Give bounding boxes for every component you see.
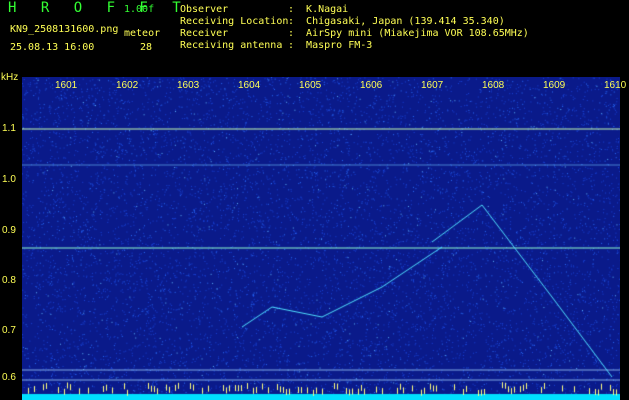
field-value-observer: : K.Nagai xyxy=(288,4,349,15)
x-tick-label: 1604 xyxy=(238,80,261,91)
x-tick-label: 1608 xyxy=(482,80,505,91)
x-tick-label: 1603 xyxy=(177,80,200,91)
x-tick-label: 1605 xyxy=(299,80,322,91)
spectrogram xyxy=(22,77,620,400)
field-value-antenna: : Maspro FM-3 xyxy=(288,40,373,51)
y-tick-label: 0.8 xyxy=(2,275,16,286)
header-panel: H R O F F T 1.00f KN9_2508131600.png met… xyxy=(0,0,629,74)
x-tick-label: 1607 xyxy=(421,80,444,91)
y-tick-label: 1.1 xyxy=(2,123,16,134)
x-tick-label: 1610 xyxy=(604,80,627,91)
y-tick-label: 0.6 xyxy=(2,372,16,383)
y-tick-label: 0.9 xyxy=(2,225,16,236)
app-logo: H R O F F T xyxy=(8,0,189,16)
field-label-antenna: Receiving antenna xyxy=(180,40,283,51)
x-tick-label: 1602 xyxy=(116,80,139,91)
y-tick-label: 1.0 xyxy=(2,174,16,185)
x-tick-label: 1601 xyxy=(55,80,78,91)
y-axis-unit: kHz xyxy=(1,72,19,83)
meteor-count: 28 xyxy=(140,42,153,53)
x-tick-label: 1609 xyxy=(543,80,566,91)
field-value-location: : Chigasaki, Japan (139.414 35.340) xyxy=(288,16,505,27)
meteor-label: meteor xyxy=(124,28,161,39)
timestamp: 25.08.13 16:00 xyxy=(10,42,95,53)
app-version: 1.00f xyxy=(124,4,155,15)
field-label-location: Receiving Location xyxy=(180,16,289,27)
field-value-receiver: : AirSpy mini (Miakejima VOR 108.65MHz) xyxy=(288,28,529,39)
field-label-receiver: Receiver xyxy=(180,28,229,39)
file-name: KN9_2508131600.png xyxy=(10,24,119,35)
x-tick-label: 1606 xyxy=(360,80,383,91)
y-tick-label: 0.7 xyxy=(2,325,16,336)
field-label-observer: Observer xyxy=(180,4,229,15)
